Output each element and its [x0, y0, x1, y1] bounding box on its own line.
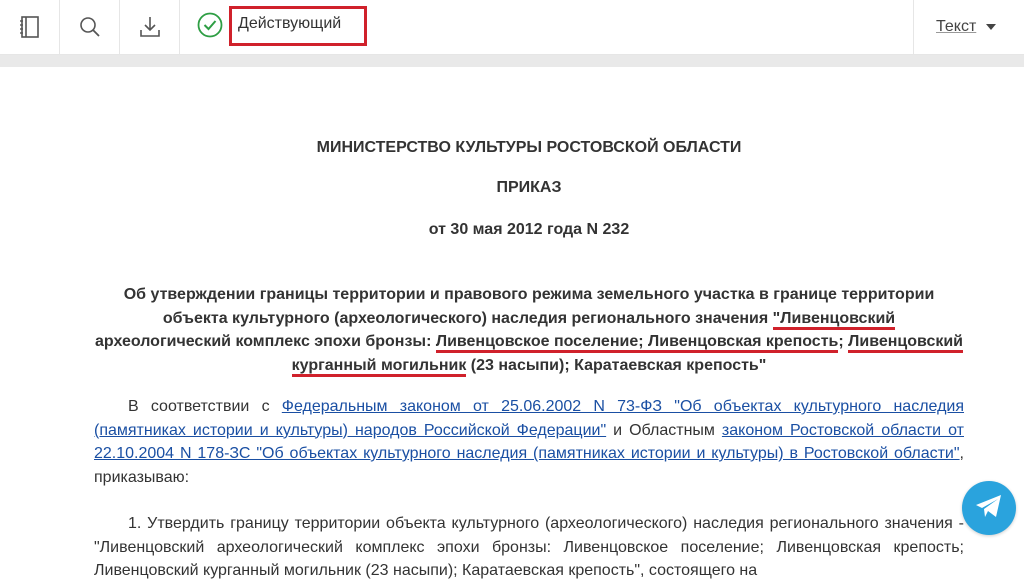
- chevron-down-icon: [986, 24, 997, 30]
- subject-text-2: археологический комплекс эпохи бронзы:: [94, 333, 436, 350]
- document-date-number: от 30 мая 2012 года N 232: [428, 221, 630, 238]
- view-mode-label: Текст: [936, 18, 977, 35]
- clause-1-paragraph: 1. Утвердить границу территории объекта …: [94, 515, 964, 579]
- status-indicator: [196, 12, 224, 42]
- check-circle-icon: [196, 11, 224, 44]
- subject-highlight-2: Ливенцовское поселение; Ливенцовская кре…: [435, 333, 839, 353]
- telegram-icon: [974, 493, 1004, 524]
- document-authority: МИНИСТЕРСТВО КУЛЬТУРЫ РОСТОВСКОЙ ОБЛАСТИ: [316, 139, 742, 156]
- preamble-paragraph: В соответствии с Федеральным законом от …: [94, 395, 964, 489]
- download-icon: [138, 15, 162, 39]
- telegram-button[interactable]: [962, 481, 1016, 535]
- search-icon: [78, 15, 102, 39]
- toolbar-divider: [0, 55, 1024, 67]
- download-button[interactable]: [120, 0, 180, 54]
- subject-highlight-1: "Ливенцовский: [772, 309, 896, 330]
- status-badge: Действующий: [229, 6, 367, 46]
- document-type: ПРИКАЗ: [496, 179, 562, 196]
- bookmark-book-button[interactable]: [0, 0, 60, 54]
- bookmark-book-icon: [19, 15, 41, 39]
- search-button[interactable]: [60, 0, 120, 54]
- subject-text-3: ;: [838, 333, 849, 350]
- toolbar: Действующий Текст: [0, 0, 1024, 55]
- preamble-text-1: В соответствии с: [128, 398, 282, 415]
- document-subject: Об утверждении границы территории и прав…: [94, 283, 964, 377]
- preamble-text-2: и Областным: [606, 421, 722, 439]
- view-mode-dropdown[interactable]: Текст: [913, 0, 1024, 54]
- subject-text-4: (23 насыпи); Каратаевская крепость": [466, 356, 767, 374]
